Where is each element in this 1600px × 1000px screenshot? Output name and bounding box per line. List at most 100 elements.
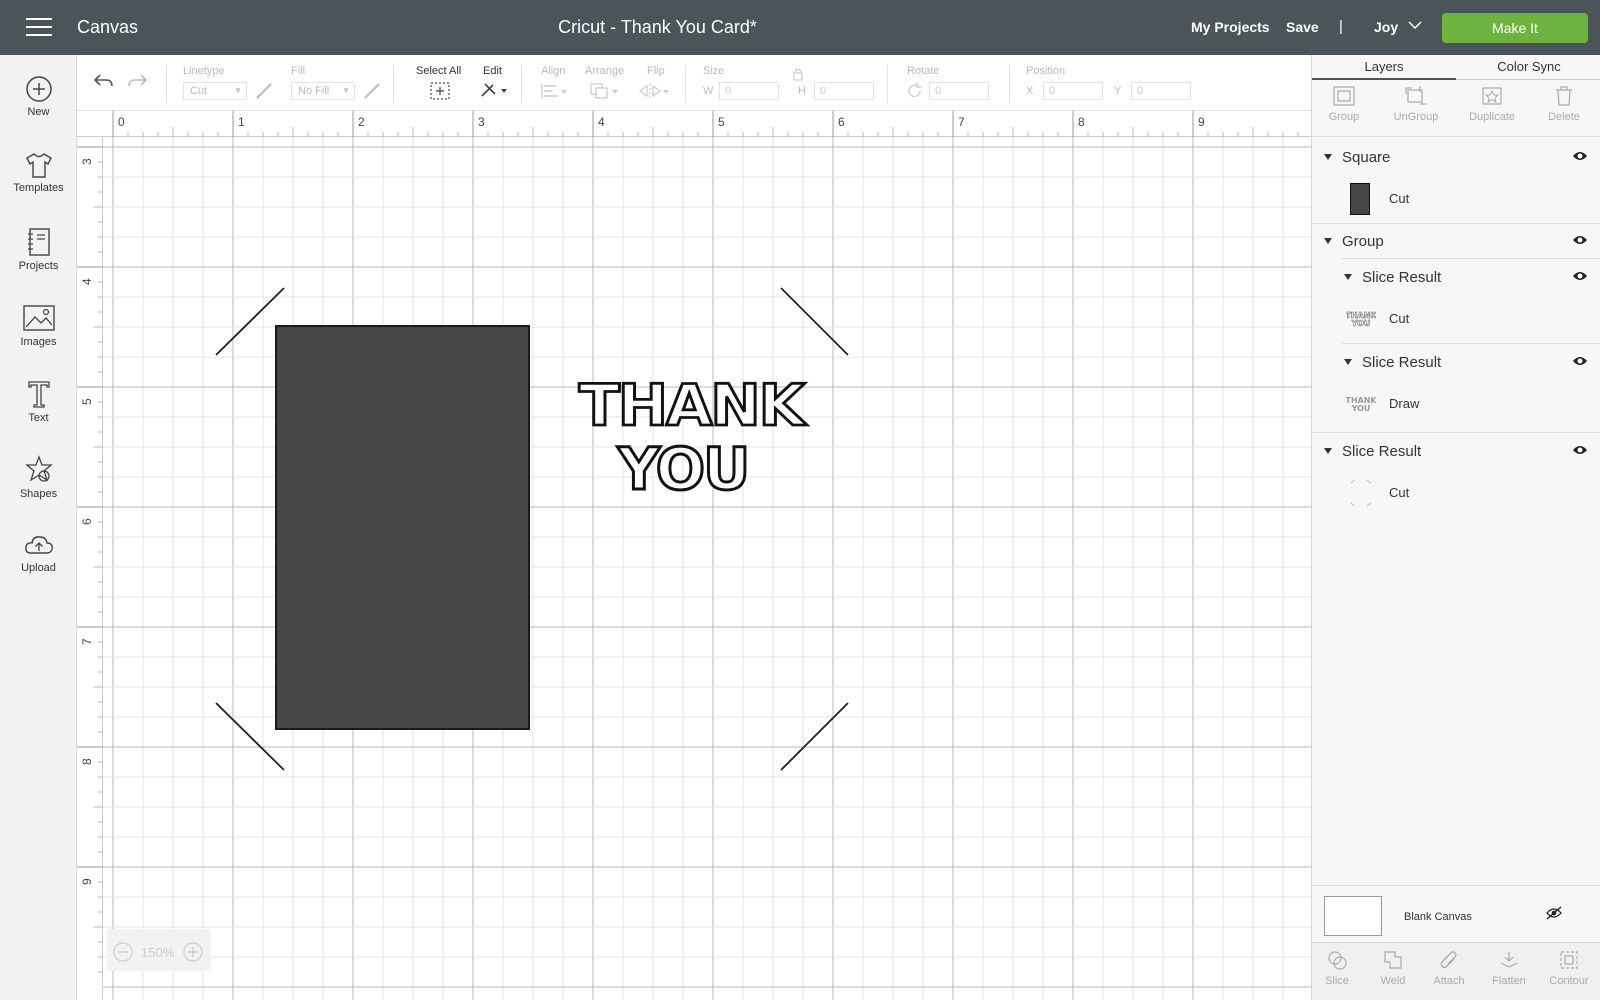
layer-slice-result-1[interactable]: Slice Result [1312,260,1600,294]
nav-images-label: Images [20,336,57,348]
collapse-triangle-icon[interactable] [1344,359,1352,365]
y-label: Y [1114,85,1122,97]
tab-color-sync[interactable]: Color Sync [1457,59,1600,74]
layer-thumbnail [1350,183,1370,215]
flip-label: Flip [647,65,665,77]
canvas-color-swatch[interactable] [1324,896,1382,936]
duplicate-icon [1482,87,1502,105]
ungroup-button[interactable]: UnGroup [1380,85,1452,123]
save-button[interactable]: Save [1286,19,1319,35]
fill-color-icon[interactable] [362,81,382,101]
nav-images[interactable]: Images [0,303,77,375]
text-t-icon [27,381,50,408]
chevron-down-icon[interactable] [1408,20,1422,30]
shapes-icon [24,455,53,482]
eye-hidden-icon[interactable] [1545,906,1563,920]
size-label: Size [703,65,725,77]
delete-button[interactable]: Delete [1528,85,1600,123]
thank-you-text[interactable]: THANK YOU [553,365,833,505]
nav-new-label: New [27,106,50,118]
layer-actions: Group UnGroup Duplicate Delete [1312,81,1600,137]
blank-canvas-row: Blank Canvas [1312,885,1600,940]
weld-button[interactable]: Weld [1364,949,1422,987]
select-all-icon[interactable] [429,81,451,101]
plus-circle-icon [25,76,52,102]
nav-templates[interactable]: Templates [0,151,77,223]
nav-projects[interactable]: Projects [0,227,77,299]
ruler-label: 0 [118,115,125,129]
rotate-icon [908,83,921,98]
fill-label: Fill [291,65,306,77]
width-input[interactable]: 0 [719,82,779,100]
make-it-button[interactable]: Make It [1442,13,1588,43]
layer-slice-result-3[interactable]: Slice Result [1312,434,1600,468]
zoom-out-icon[interactable] [113,942,133,962]
linetype-select[interactable]: Cut ▼ [183,82,247,100]
lock-icon[interactable] [792,67,804,81]
ruler-label: 6 [80,518,94,525]
document-title: Cricut - Thank You Card* [558,17,757,37]
user-name[interactable]: Joy [1374,19,1398,35]
ruler-label: 9 [1198,115,1205,129]
design-canvas[interactable]: THANK YOU 150% [103,137,1311,1000]
layer-slice-result-3-row[interactable]: Cut [1312,469,1600,517]
eye-icon[interactable] [1572,234,1588,246]
collapse-triangle-icon[interactable] [1324,154,1332,160]
fill-select[interactable]: No Fill ▼ [291,82,355,100]
nav-new[interactable]: New [0,75,77,147]
ruler-label: 1 [238,115,245,129]
layer-slice-result-2[interactable]: Slice Result [1312,345,1600,379]
redo-icon[interactable] [127,72,149,90]
ruler-label: 4 [80,278,94,285]
left-nav: New Templates Projects Images Text Shape… [0,55,77,1000]
arrange-label: Arrange [585,65,625,77]
duplicate-button[interactable]: Duplicate [1456,85,1528,123]
tab-layers[interactable]: Layers [1312,59,1456,80]
flatten-button[interactable]: Flatten [1480,949,1538,987]
group-label: Group [1328,111,1360,123]
layer-slice-result-2-row[interactable]: THANK YOU Draw [1312,380,1600,428]
nav-shapes[interactable]: Shapes [0,455,77,527]
square-shape[interactable] [275,325,530,730]
layer-square-row[interactable]: Cut [1312,175,1600,223]
group-button[interactable]: Group [1308,85,1380,123]
eye-icon[interactable] [1572,270,1588,282]
eye-icon[interactable] [1572,150,1588,162]
flip-icon[interactable] [638,82,672,100]
height-label: H [798,85,806,97]
contour-button[interactable]: Contour [1540,949,1598,987]
nav-upload[interactable]: Upload [0,531,77,603]
contour-label: Contour [1549,975,1589,987]
edit-tools-icon[interactable] [479,80,509,100]
linetype-color-icon[interactable] [254,81,274,101]
ungroup-label: UnGroup [1393,111,1439,123]
collapse-triangle-icon[interactable] [1324,448,1332,454]
arrange-icon[interactable] [589,82,621,100]
undo-icon[interactable] [92,72,114,90]
slice-button[interactable]: Slice [1308,949,1366,987]
rotate-input[interactable]: 0 [929,82,989,100]
my-projects-link[interactable]: My Projects [1191,19,1270,35]
layer-square[interactable]: Square [1312,140,1600,174]
eye-icon[interactable] [1572,444,1588,456]
collapse-triangle-icon[interactable] [1344,274,1352,280]
nav-text-label: Text [28,412,49,424]
layer-slice-result-1-row[interactable]: THANK YOU Cut [1312,295,1600,343]
align-icon[interactable] [540,82,570,100]
x-input[interactable]: 0 [1043,82,1103,100]
eye-icon[interactable] [1572,355,1588,367]
linetype-value: Cut [190,85,208,97]
height-input[interactable]: 0 [814,82,874,100]
y-input[interactable]: 0 [1131,82,1191,100]
slice-icon [1328,951,1347,970]
layer-group[interactable]: Group [1312,224,1600,258]
horizontal-ruler-ticks [112,111,1299,137]
collapse-triangle-icon[interactable] [1324,238,1332,244]
nav-text[interactable]: Text [0,379,77,451]
position-label: Position [1026,65,1066,77]
attach-button[interactable]: Attach [1420,949,1478,987]
ruler-label: 8 [1078,115,1085,129]
zoom-in-icon[interactable] [183,942,203,962]
weld-label: Weld [1380,975,1406,987]
toolbar-divider [393,65,394,103]
